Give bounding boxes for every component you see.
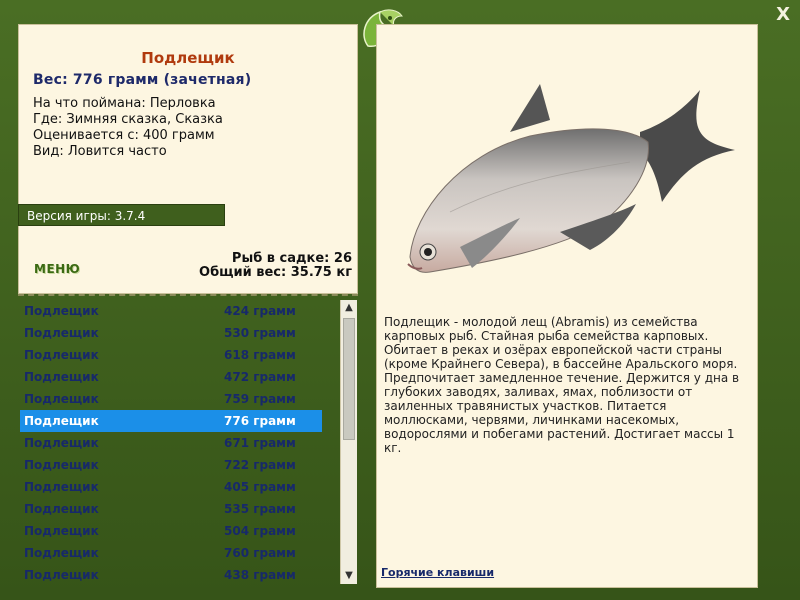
- list-item-name: Подлещик: [24, 436, 99, 450]
- list-item-name: Подлещик: [24, 502, 99, 516]
- list-item-name: Подлещик: [24, 370, 99, 384]
- list-item-name: Подлещик: [24, 458, 99, 472]
- list-item-weight: 776 грамм: [224, 414, 296, 428]
- list-item-name: Подлещик: [24, 524, 99, 538]
- list-item-name: Подлещик: [24, 304, 99, 318]
- close-button[interactable]: X: [776, 4, 790, 25]
- version-bar: Версия игры: 3.7.4: [18, 204, 225, 226]
- list-item[interactable]: Подлещик 535 грамм: [20, 498, 322, 520]
- list-item[interactable]: Подлещик 472 грамм: [20, 366, 322, 388]
- list-item-weight: 671 грамм: [224, 436, 296, 450]
- list-item[interactable]: Подлещик 759 грамм: [20, 388, 322, 410]
- menu-button[interactable]: МЕНЮ: [34, 262, 80, 276]
- list-item-weight: 759 грамм: [224, 392, 296, 406]
- chevron-down-icon[interactable]: ▼: [341, 568, 357, 584]
- scrollbar-thumb[interactable]: [343, 318, 355, 440]
- list-item[interactable]: Подлещик 671 грамм: [20, 432, 322, 454]
- list-item-weight: 438 грамм: [224, 568, 296, 582]
- fish-location: Где: Зимняя сказка, Сказка: [33, 112, 223, 127]
- list-item[interactable]: Подлещик 722 грамм: [20, 454, 322, 476]
- list-item[interactable]: Подлещик 530 грамм: [20, 322, 322, 344]
- list-item-weight: 405 грамм: [224, 480, 296, 494]
- list-item-weight: 760 грамм: [224, 546, 296, 560]
- list-item[interactable]: Подлещик 405 грамм: [20, 476, 322, 498]
- fish-min-weight: Оценивается с: 400 грамм: [33, 128, 215, 143]
- list-item[interactable]: Подлещик 424 грамм: [20, 300, 322, 322]
- fish-weight: Вес: 776 грамм (зачетная): [33, 72, 252, 88]
- list-item-weight: 535 грамм: [224, 502, 296, 516]
- list-item-name: Подлещик: [24, 546, 99, 560]
- list-item-name: Подлещик: [24, 348, 99, 362]
- list-item-weight: 504 грамм: [224, 524, 296, 538]
- list-item-name: Подлещик: [24, 480, 99, 494]
- fish-title: Подлещик: [141, 49, 235, 67]
- catch-stats: Рыб в садке: 26 Общий вес: 35.75 кг: [199, 252, 352, 280]
- divider: [18, 294, 358, 296]
- close-icon: X: [776, 4, 790, 25]
- catch-count: Рыб в садке: 26: [231, 251, 352, 266]
- list-item-name: Подлещик: [24, 414, 99, 428]
- list-item[interactable]: Подлещик 776 грамм: [20, 410, 322, 432]
- list-item-name: Подлещик: [24, 326, 99, 340]
- list-item[interactable]: Подлещик 760 грамм: [20, 542, 322, 564]
- fish-frequency: Вид: Ловится часто: [33, 144, 167, 159]
- list-item-name: Подлещик: [24, 568, 99, 582]
- list-item-weight: 472 грамм: [224, 370, 296, 384]
- hotkeys-link[interactable]: Горячие клавиши: [381, 566, 494, 579]
- list-scrollbar[interactable]: ▲ ▼: [340, 300, 357, 584]
- fish-list: Подлещик 424 грамм Подлещик 530 грамм Подлещ…: [20, 300, 322, 586]
- fish-illustration: [407, 84, 735, 273]
- list-item-weight: 722 грамм: [224, 458, 296, 472]
- list-item[interactable]: Подлещик 438 грамм: [20, 564, 322, 586]
- list-item-weight: 618 грамм: [224, 348, 296, 362]
- list-item-name: Подлещик: [24, 392, 99, 406]
- list-item-weight: 530 грамм: [224, 326, 296, 340]
- list-item[interactable]: Подлещик 504 грамм: [20, 520, 322, 542]
- fish-bait: На что поймана: Перловка: [33, 96, 216, 111]
- chevron-up-icon[interactable]: ▲: [341, 300, 357, 316]
- list-item-weight: 424 грамм: [224, 304, 296, 318]
- list-item[interactable]: Подлещик 618 грамм: [20, 344, 322, 366]
- fish-description: Подлещик - молодой лещ (Abramis) из семе…: [384, 315, 740, 455]
- catch-total-weight: Общий вес: 35.75 кг: [199, 265, 352, 280]
